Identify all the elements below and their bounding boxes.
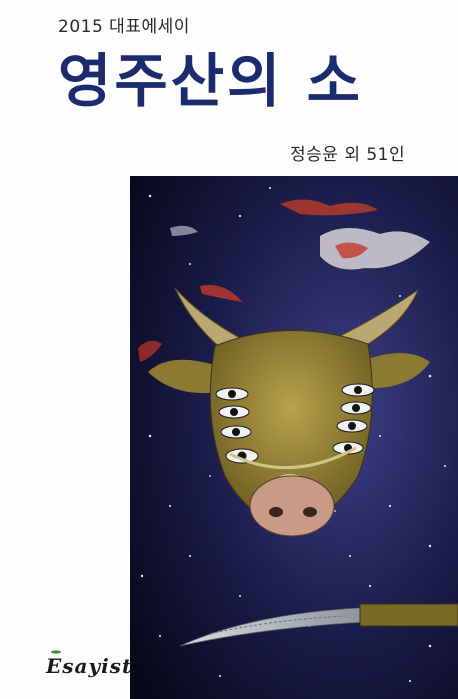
snout xyxy=(249,475,335,537)
book-cover: 2015 대표에세이 영주산의 소 정승윤 외 51인 Esayist xyxy=(0,0,458,699)
publisher-logo: Esayist xyxy=(46,654,133,678)
knife-handle xyxy=(359,603,458,627)
series-label: 2015 대표에세이 xyxy=(58,17,190,37)
author-line: 정승윤 외 51인 xyxy=(290,145,406,165)
book-title: 영주산의 소 xyxy=(58,47,363,115)
cover-illustration xyxy=(130,176,458,699)
